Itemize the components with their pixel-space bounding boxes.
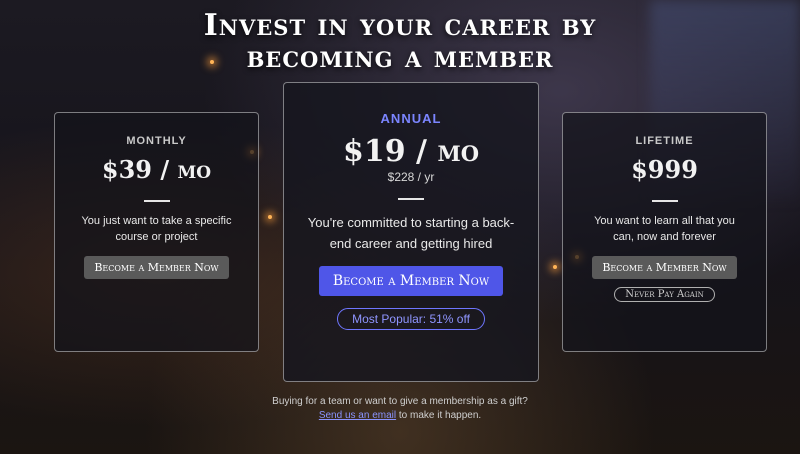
become-member-button-annual[interactable]: Become a Member Now [318,266,504,296]
candle-light [553,265,557,269]
plan-card-lifetime: LIFETIME $999 You want to learn all that… [562,112,767,352]
plan-description: You just want to take a specific course … [81,215,232,243]
candle-light [268,215,272,219]
plan-card-monthly: MONTHLY $39 / mo You just want to take a… [54,112,259,352]
footer-line-1: Buying for a team or want to give a memb… [272,396,528,407]
plan-description: You want to learn all that you can, now … [594,215,735,243]
most-popular-badge: Most Popular: 51% off [337,308,485,330]
plan-price: $19 / mo [342,134,479,169]
divider [143,200,170,202]
plan-name: LIFETIME [635,135,694,147]
plan-name: MONTHLY [126,135,187,147]
divider [651,200,678,202]
plan-name: ANNUAL [380,111,442,126]
footer-note: Buying for a team or want to give a memb… [0,395,800,423]
plan-price: $39 / mo [101,155,212,184]
become-member-button-monthly[interactable]: Become a Member Now [84,256,229,279]
become-member-button-lifetime[interactable]: Become a Member Now [592,256,737,279]
page-title-line-1: Invest in your career by [203,8,597,43]
plan-card-annual: ANNUAL $19 / mo $228 / yr You're committ… [283,82,539,382]
footer-line-2-suffix: to make it happen. [396,410,482,421]
send-email-link[interactable]: Send us an email [319,410,396,421]
page-title-line-2: becoming a member [246,40,554,75]
plan-yearly-price: $228 / yr [387,170,435,184]
never-pay-again-badge[interactable]: Never Pay Again [614,287,715,302]
footer-line-2: Send us an email to make it happen. [0,409,800,423]
plan-price: $999 [631,155,698,184]
page-title: Invest in your career by becoming a memb… [0,10,800,74]
plan-description: You're committed to starting a back-end … [307,215,515,251]
divider [398,198,424,200]
